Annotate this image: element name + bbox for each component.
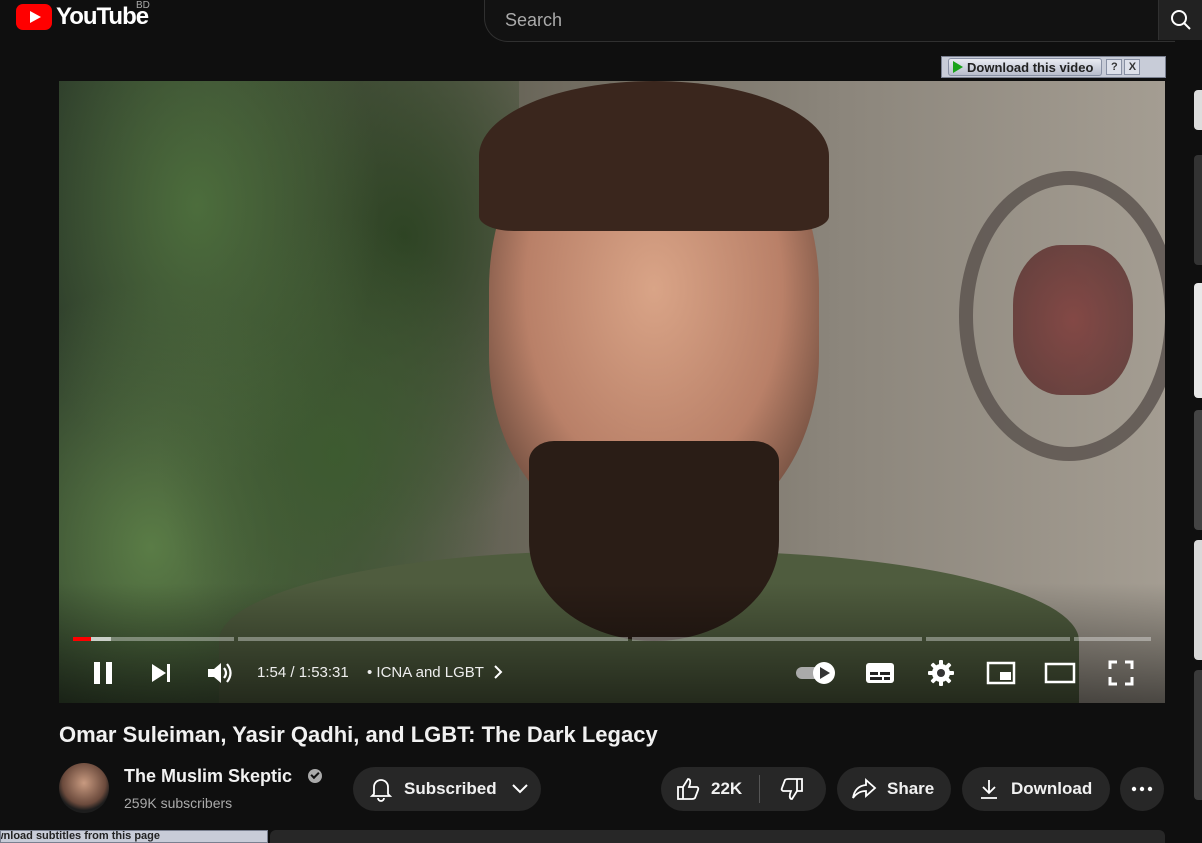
chapter-label: • ICNA and LGBT — [367, 664, 484, 681]
chevron-down-icon — [511, 784, 528, 794]
pause-button[interactable] — [87, 655, 119, 691]
channel-avatar[interactable] — [59, 763, 109, 813]
pause-icon — [94, 662, 112, 684]
close-button[interactable]: X — [1124, 59, 1141, 75]
chapter-title[interactable]: • ICNA and LGBT — [367, 664, 504, 681]
video-frame-hair — [479, 81, 829, 231]
search-icon — [1171, 10, 1191, 30]
subscribed-label: Subscribed — [404, 779, 497, 798]
volume-icon — [208, 663, 232, 683]
share-icon — [852, 777, 877, 799]
thumbs-down-icon — [780, 778, 803, 800]
channel-name[interactable]: The Muslim Skeptic — [124, 766, 292, 787]
video-player[interactable]: 1:54 / 1:53:31 • ICNA and LGBT — [59, 81, 1165, 703]
download-label: Download — [1011, 779, 1093, 798]
sidebar-peek — [1194, 90, 1202, 130]
settings-button[interactable] — [923, 655, 959, 691]
share-label: Share — [887, 779, 935, 798]
fullscreen-icon — [1108, 660, 1134, 686]
subscribed-button[interactable]: Subscribed — [353, 767, 541, 811]
time-display: 1:54 / 1:53:31 — [257, 664, 349, 681]
progress-bar[interactable] — [73, 637, 1151, 641]
search-box[interactable] — [484, 0, 1175, 42]
sidebar-peek — [1194, 283, 1202, 398]
dislike-button[interactable] — [760, 776, 824, 802]
chapter-segment — [632, 637, 922, 641]
miniplayer-icon — [986, 661, 1016, 685]
download-subtitles-bar[interactable]: wnload subtitles from this page — [0, 830, 268, 843]
chapter-segment — [926, 637, 1070, 641]
like-button[interactable]: 22K — [661, 776, 759, 802]
download-button[interactable]: Download — [962, 767, 1110, 811]
chapter-segment — [238, 637, 628, 641]
help-button[interactable]: ? — [1106, 59, 1123, 75]
download-video-label: Download this video — [967, 59, 1094, 75]
more-actions-button[interactable] — [1120, 767, 1164, 811]
autoplay-icon — [796, 662, 835, 684]
miniplayer-button[interactable] — [983, 655, 1019, 691]
play-arrow-icon — [953, 61, 963, 73]
sidebar-peek — [1194, 155, 1202, 265]
video-title: Omar Suleiman, Yasir Qadhi, and LGBT: Th… — [59, 722, 658, 747]
chevron-right-icon — [494, 665, 503, 679]
download-subtitles-label: wnload subtitles from this page — [0, 830, 161, 842]
country-code: BD — [136, 0, 150, 11]
subtitles-button[interactable] — [861, 655, 899, 691]
logo-text: YouTube — [56, 3, 149, 30]
skip-next-icon — [152, 664, 170, 682]
subscriber-count: 259K subscribers — [124, 795, 233, 811]
next-button[interactable] — [145, 655, 177, 691]
like-count: 22K — [711, 779, 743, 798]
search-input[interactable] — [503, 9, 1147, 32]
bell-icon — [369, 779, 393, 802]
description-box-edge — [270, 830, 1165, 843]
thumbs-up-icon — [677, 778, 700, 800]
theater-icon — [1044, 662, 1076, 684]
video-frame-calligraphy — [959, 171, 1165, 461]
search-button[interactable] — [1158, 0, 1202, 40]
top-bar: YouTube BD — [0, 0, 1202, 48]
buffered-bar — [91, 637, 111, 641]
download-video-button[interactable]: Download this video — [948, 58, 1103, 76]
download-icon — [981, 780, 997, 799]
sidebar-peek — [1194, 540, 1202, 660]
youtube-logo[interactable]: YouTube — [16, 2, 149, 32]
played-bar — [73, 637, 91, 641]
gear-icon — [928, 660, 954, 686]
share-button[interactable]: Share — [837, 767, 951, 811]
subtitles-icon — [866, 663, 894, 683]
youtube-play-icon — [16, 4, 52, 30]
like-dislike-group: 22K — [661, 767, 826, 811]
verified-icon — [308, 769, 322, 783]
chapter-segment — [1074, 637, 1151, 641]
autoplay-toggle[interactable] — [793, 655, 839, 691]
sidebar-peek — [1194, 670, 1202, 800]
volume-button[interactable] — [203, 655, 237, 691]
download-extension-toolbar: Download this video ? X — [941, 56, 1166, 78]
sidebar-peek — [1194, 410, 1202, 530]
fullscreen-button[interactable] — [1103, 655, 1139, 691]
theater-mode-button[interactable] — [1041, 655, 1079, 691]
more-horizontal-icon — [1131, 786, 1153, 792]
